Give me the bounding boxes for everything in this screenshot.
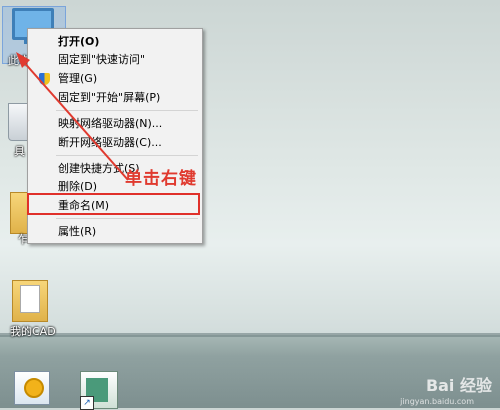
watermark: Bai 经验 xyxy=(425,376,492,395)
annotation-text: 单击右键 xyxy=(125,169,197,189)
annotation-arrow xyxy=(16,52,129,181)
watermark-sub: jingyan.baidu.com xyxy=(400,397,474,406)
